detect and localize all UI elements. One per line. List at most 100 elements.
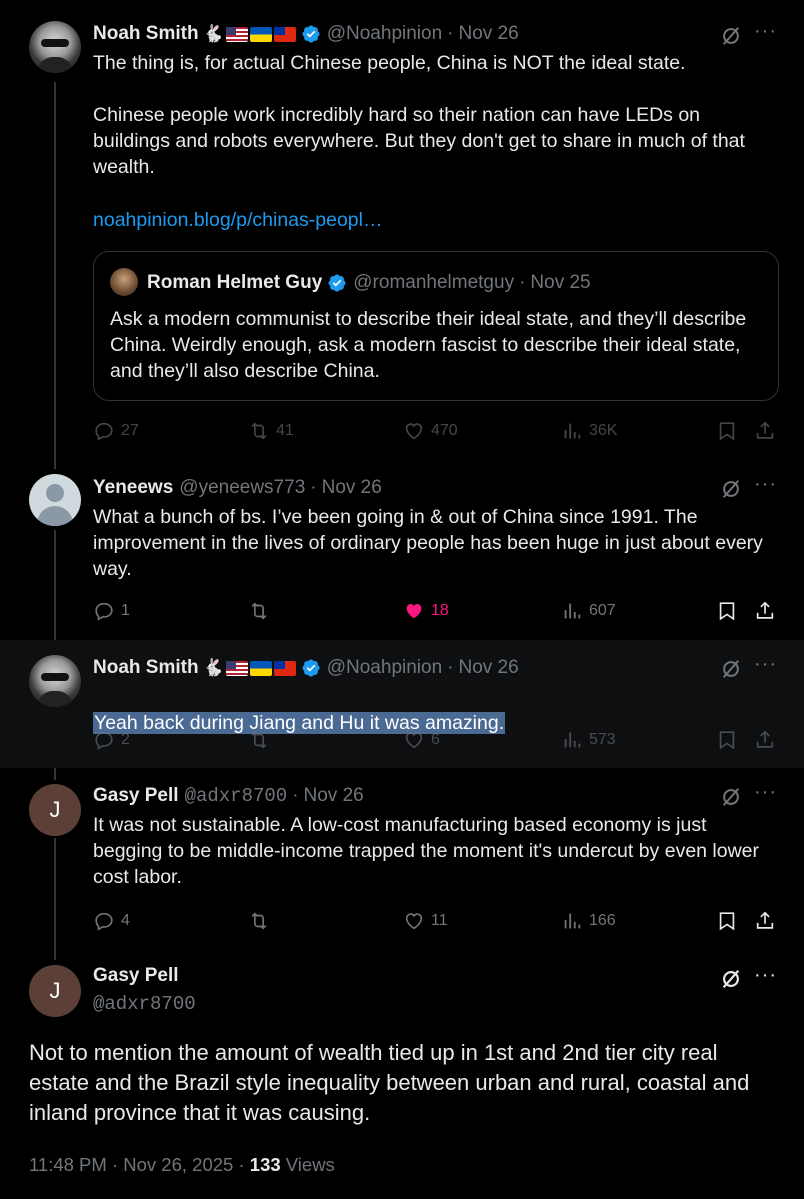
grok-icon[interactable] bbox=[720, 968, 742, 990]
tweet-text: The thing is, for actual Chinese people,… bbox=[93, 52, 745, 178]
author-handle[interactable]: @Noahpinion bbox=[327, 23, 442, 45]
repost-icon bbox=[251, 602, 267, 620]
tweet[interactable]: Noah Smith 🐇 @Noahpinion · Nov 26 ··· Th… bbox=[0, 0, 804, 460]
quoted-tweet[interactable]: Roman Helmet Guy @romanhelmetguy · Nov 2… bbox=[93, 251, 779, 401]
like-button[interactable]: 18 bbox=[403, 600, 449, 622]
us-flag-icon bbox=[225, 660, 248, 676]
avatar[interactable] bbox=[29, 21, 81, 73]
more-options-icon[interactable]: ··· bbox=[754, 473, 777, 496]
views-button[interactable]: 36K bbox=[561, 420, 617, 442]
repost-button[interactable] bbox=[248, 910, 276, 932]
tweet-time[interactable]: 11:48 PM bbox=[29, 1154, 107, 1175]
bookmark-button[interactable] bbox=[716, 600, 738, 627]
heart-icon bbox=[405, 732, 423, 749]
author-name[interactable]: Noah Smith bbox=[93, 657, 199, 679]
grok-icon[interactable] bbox=[720, 786, 742, 808]
reply-button[interactable]: 27 bbox=[93, 420, 139, 442]
heart-icon bbox=[405, 423, 423, 440]
views-button[interactable]: 573 bbox=[561, 729, 616, 751]
author-name[interactable]: Yeneews bbox=[93, 477, 173, 499]
reply-button[interactable]: 4 bbox=[93, 910, 130, 932]
bookmark-icon bbox=[719, 912, 735, 931]
grok-icon[interactable] bbox=[720, 478, 742, 500]
heart-filled-icon bbox=[406, 604, 422, 619]
verified-badge-icon bbox=[302, 659, 320, 677]
repost-icon bbox=[251, 422, 267, 440]
like-button[interactable]: 470 bbox=[403, 420, 458, 442]
more-options-icon[interactable]: ··· bbox=[754, 653, 777, 676]
grok-icon[interactable] bbox=[720, 658, 742, 680]
tweet[interactable]: Noah Smith 🐇 @Noahpinion · Nov 26 ··· Ye… bbox=[0, 640, 804, 768]
tweet-date[interactable]: Nov 26 bbox=[458, 657, 518, 679]
reply-icon bbox=[95, 602, 113, 621]
reply-count: 4 bbox=[121, 912, 130, 929]
share-icon bbox=[756, 911, 774, 929]
views-icon bbox=[564, 913, 581, 929]
like-count: 6 bbox=[431, 731, 440, 748]
views-icon bbox=[564, 603, 581, 619]
more-options-icon[interactable]: ··· bbox=[754, 781, 777, 804]
name-emoji: 🐇 bbox=[203, 658, 296, 678]
reply-icon bbox=[95, 912, 113, 931]
tweet-date[interactable]: Nov 26 bbox=[458, 23, 518, 45]
tweet-date[interactable]: Nov 26 bbox=[322, 477, 382, 499]
author-handle[interactable]: @adxr8700 bbox=[185, 785, 288, 807]
verified-badge-icon bbox=[328, 274, 346, 292]
tweet-header: Noah Smith 🐇 @Noahpinion · Nov 26 bbox=[93, 23, 519, 45]
views-button[interactable]: 607 bbox=[561, 600, 616, 622]
share-icon bbox=[756, 730, 774, 748]
share-button[interactable] bbox=[754, 729, 776, 756]
bookmark-icon bbox=[719, 731, 735, 750]
tweet-meta: 11:48 PM · Nov 26, 2025 · 133 Views bbox=[29, 1154, 335, 1175]
bookmark-button[interactable] bbox=[716, 729, 738, 756]
share-button[interactable] bbox=[754, 600, 776, 627]
author-name[interactable]: Gasy Pell bbox=[93, 965, 179, 987]
view-count: 573 bbox=[589, 731, 616, 748]
avatar[interactable] bbox=[29, 474, 81, 526]
share-button[interactable] bbox=[754, 910, 776, 937]
more-options-icon[interactable]: ··· bbox=[754, 964, 777, 987]
author-name[interactable]: Noah Smith bbox=[93, 23, 199, 45]
like-button[interactable]: 6 bbox=[403, 729, 440, 751]
avatar[interactable]: J bbox=[29, 784, 81, 836]
tweet[interactable]: J Gasy Pell @adxr8700 · Nov 26 ··· It wa… bbox=[0, 768, 804, 950]
author-handle[interactable]: @Noahpinion bbox=[327, 657, 442, 679]
rabbit-icon: 🐇 bbox=[202, 658, 224, 677]
reply-count: 2 bbox=[121, 731, 130, 748]
author-handle[interactable]: @yeneews773 bbox=[179, 477, 305, 499]
reply-count: 27 bbox=[121, 422, 139, 439]
grok-icon[interactable] bbox=[720, 25, 742, 47]
avatar[interactable] bbox=[29, 655, 81, 707]
views-label: Views bbox=[285, 1154, 335, 1175]
repost-icon bbox=[251, 912, 267, 930]
quoted-author-handle: @romanhelmetguy bbox=[353, 272, 515, 293]
view-count: 36K bbox=[589, 422, 618, 439]
tweet-header: Noah Smith 🐇 @Noahpinion · Nov 26 bbox=[93, 657, 519, 679]
like-count: 470 bbox=[431, 422, 458, 439]
like-button[interactable]: 11 bbox=[403, 910, 448, 932]
ukraine-flag-icon bbox=[249, 660, 272, 676]
reply-button[interactable]: 2 bbox=[93, 729, 130, 751]
avatar[interactable]: J bbox=[29, 965, 81, 1017]
tweet-link[interactable]: noahpinion.blog/p/chinas-peopl… bbox=[93, 209, 382, 232]
ukraine-flag-icon bbox=[249, 26, 272, 42]
share-icon bbox=[756, 601, 774, 619]
author-name[interactable]: Gasy Pell bbox=[93, 785, 179, 807]
us-flag-icon bbox=[225, 26, 248, 42]
repost-count: 41 bbox=[276, 422, 294, 439]
more-options-icon[interactable]: ··· bbox=[754, 20, 777, 43]
repost-button[interactable] bbox=[248, 600, 276, 622]
tweet-date[interactable]: Nov 26 bbox=[304, 785, 364, 807]
tweet-full-date[interactable]: Nov 26, 2025 bbox=[123, 1154, 233, 1175]
rabbit-icon: 🐇 bbox=[202, 24, 224, 43]
bookmark-button[interactable] bbox=[716, 910, 738, 937]
tweet[interactable]: Yeneews @yeneews773 · Nov 26 ··· What a … bbox=[0, 460, 804, 640]
repost-button[interactable] bbox=[248, 729, 276, 751]
tweet-actions: 4 11 166 bbox=[0, 910, 804, 934]
reply-button[interactable]: 1 bbox=[93, 600, 130, 622]
views-button[interactable]: 166 bbox=[561, 910, 616, 932]
share-button[interactable] bbox=[754, 420, 776, 447]
repost-button[interactable]: 41 bbox=[248, 420, 294, 442]
bookmark-button[interactable] bbox=[716, 420, 738, 447]
author-handle[interactable]: @adxr8700 bbox=[93, 993, 196, 1015]
